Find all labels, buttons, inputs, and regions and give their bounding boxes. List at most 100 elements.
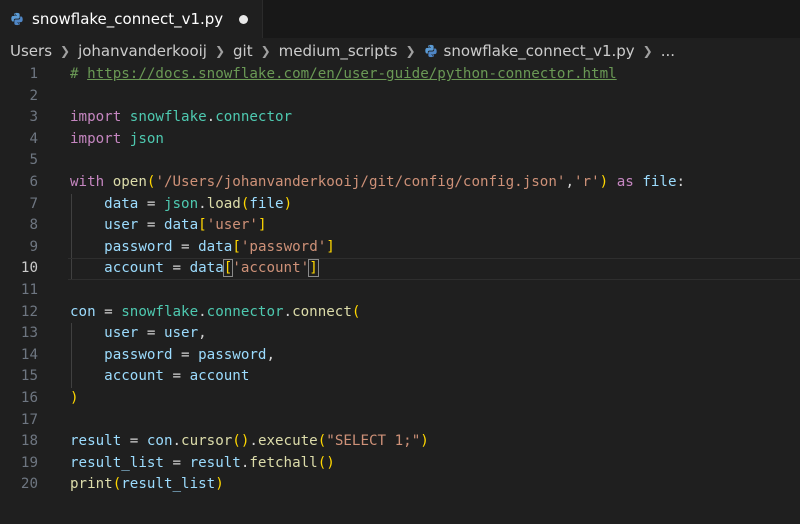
code-token: ) bbox=[599, 173, 609, 190]
code-line[interactable]: 3 import snowflake.connector bbox=[0, 107, 800, 129]
line-number: 5 bbox=[29, 152, 38, 169]
code-token: fetchall bbox=[249, 454, 318, 471]
code-line[interactable]: 14 password = password, bbox=[0, 344, 800, 367]
line-number: 8 bbox=[29, 217, 38, 234]
code-token: password bbox=[198, 346, 267, 363]
code-token: account bbox=[104, 368, 164, 385]
code-token: = bbox=[138, 217, 164, 234]
code-content: user = user, bbox=[70, 323, 207, 345]
code-token: ) bbox=[420, 433, 429, 450]
code-line[interactable]: 7 data = json.load(file) bbox=[0, 193, 800, 216]
chevron-right-icon: ❯ bbox=[405, 44, 416, 58]
tab-active-file[interactable]: snowflake_connect_v1.py bbox=[0, 0, 264, 38]
tab-bar: snowflake_connect_v1.py bbox=[0, 0, 800, 38]
code-token: file bbox=[249, 195, 284, 212]
code-token: = bbox=[138, 325, 164, 342]
code-token: password bbox=[104, 238, 173, 255]
code-token: = bbox=[172, 346, 199, 363]
code-line[interactable]: 16) bbox=[0, 388, 800, 410]
chevron-right-icon: ❯ bbox=[214, 44, 226, 58]
code-token: data bbox=[104, 195, 139, 212]
code-token: ] bbox=[308, 259, 319, 278]
code-line[interactable]: 13 user = user, bbox=[0, 323, 800, 345]
code-token: snowflake bbox=[129, 109, 207, 126]
breadcrumb-item-git[interactable]: git bbox=[233, 42, 253, 60]
code-token: connector bbox=[206, 303, 284, 320]
code-token: = bbox=[172, 238, 199, 255]
code-content: import json bbox=[70, 129, 164, 151]
code-line[interactable]: 5 bbox=[0, 150, 800, 172]
code-token: = bbox=[95, 303, 122, 320]
code-token: json bbox=[163, 195, 199, 212]
code-token: import bbox=[70, 130, 130, 147]
code-line[interactable]: 11 bbox=[0, 280, 800, 302]
line-number: 16 bbox=[20, 389, 38, 406]
code-content: password = password, bbox=[70, 345, 275, 367]
line-number: 1 bbox=[29, 66, 38, 82]
code-token: data bbox=[163, 217, 199, 234]
breadcrumb-item-medium-scripts[interactable]: medium_scripts bbox=[279, 42, 398, 60]
code-line[interactable]: 12 con = snowflake.connector.connect( bbox=[0, 302, 800, 324]
code-token: file bbox=[642, 173, 677, 190]
code-line[interactable]: 17 bbox=[0, 410, 800, 432]
code-token: . bbox=[283, 303, 293, 320]
breadcrumb-item-user-folder[interactable]: johanvanderkooij bbox=[78, 42, 207, 60]
code-content: account = account bbox=[70, 366, 249, 388]
code-line[interactable]: 15 account = account bbox=[0, 366, 800, 388]
code-token: with bbox=[70, 173, 113, 190]
breadcrumb: Users ❯ johanvanderkooij ❯ git ❯ medium_… bbox=[0, 38, 800, 64]
python-file-icon bbox=[424, 44, 438, 58]
code-token: ( bbox=[351, 303, 361, 320]
code-line[interactable]: 10 account = data['account'] bbox=[0, 258, 800, 280]
code-token: 'account' bbox=[232, 260, 310, 277]
code-token: = bbox=[138, 195, 164, 212]
breadcrumb-item-more[interactable]: ... bbox=[661, 42, 675, 60]
code-token: ( bbox=[317, 433, 327, 450]
line-number: 2 bbox=[29, 87, 38, 104]
code-token: 'r' bbox=[573, 173, 600, 190]
code-token: snowflake bbox=[121, 303, 199, 320]
code-line[interactable]: 4 import json bbox=[0, 129, 800, 151]
breadcrumb-item-file[interactable]: snowflake_connect_v1.py bbox=[444, 42, 635, 60]
code-token: result bbox=[189, 454, 241, 471]
code-token: data bbox=[189, 260, 224, 277]
code-content: user = data['user'] bbox=[70, 215, 266, 237]
code-content: with open('/Users/johanvanderkooij/git/c… bbox=[70, 172, 685, 194]
code-line[interactable]: 2 bbox=[0, 86, 800, 108]
line-number: 13 bbox=[20, 325, 38, 342]
code-token: execute bbox=[257, 433, 318, 450]
line-number: 17 bbox=[20, 411, 38, 428]
line-number: 18 bbox=[20, 433, 38, 450]
code-token: [ bbox=[198, 217, 207, 234]
line-number: 20 bbox=[20, 476, 38, 493]
code-token: "SELECT 1;" bbox=[326, 433, 421, 450]
code-token: # bbox=[70, 66, 88, 82]
unsaved-dot-icon[interactable] bbox=[239, 14, 249, 24]
line-number: 11 bbox=[20, 281, 38, 298]
code-line[interactable]: 18 result = con.cursor().execute("SELECT … bbox=[0, 431, 800, 453]
code-token: print bbox=[70, 476, 113, 493]
code-content: import snowflake.connector bbox=[70, 107, 292, 129]
breadcrumb-item-users[interactable]: Users bbox=[10, 42, 52, 60]
code-token: user bbox=[104, 325, 139, 342]
code-token: : bbox=[676, 173, 686, 190]
code-token: as bbox=[616, 173, 643, 190]
code-content: password = data['password'] bbox=[70, 237, 335, 259]
code-line[interactable]: 6 with open('/Users/johanvanderkooij/git/… bbox=[0, 172, 800, 194]
code-line[interactable]: 8 user = data['user'] bbox=[0, 215, 800, 237]
code-editor[interactable]: 1 # https://docs.snowflake.com/en/user-gu… bbox=[0, 64, 800, 524]
code-line[interactable]: 1 # https://docs.snowflake.com/en/user-gu… bbox=[0, 64, 800, 86]
code-token: . bbox=[249, 433, 258, 450]
code-line[interactable]: 9 password = data['password'] bbox=[0, 236, 800, 259]
code-token: . bbox=[198, 195, 207, 212]
code-token: result_list bbox=[121, 476, 216, 493]
code-line[interactable]: 20 print(result_list) bbox=[0, 474, 800, 496]
code-token: [ bbox=[232, 238, 241, 255]
code-token: ) bbox=[283, 195, 293, 212]
code-token: data bbox=[198, 238, 233, 255]
code-line[interactable]: 19 result_list = result.fetchall() bbox=[0, 453, 800, 475]
code-token: , bbox=[198, 325, 207, 342]
